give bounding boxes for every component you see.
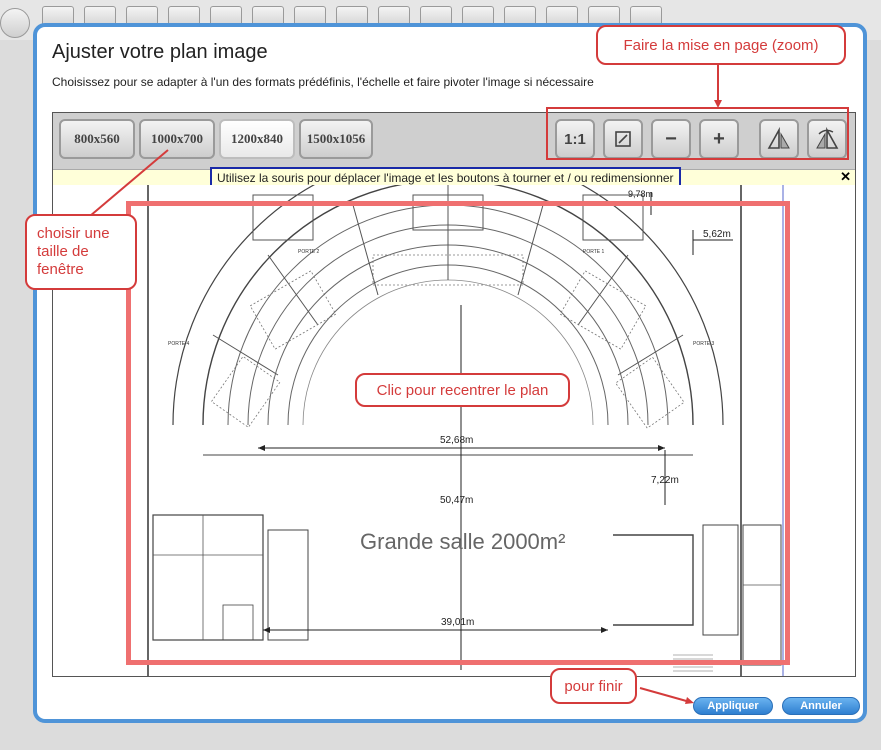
dialog-title: Ajuster votre plan image <box>52 41 268 63</box>
redo-icon[interactable] <box>0 8 30 38</box>
format-1200x840-button[interactable]: 1200x840 <box>219 119 295 159</box>
format-1500x1056-button[interactable]: 1500x1056 <box>299 119 373 159</box>
recenter-highlight-frame <box>126 201 790 665</box>
dimension-label: 9,78m <box>628 189 653 199</box>
apply-button[interactable]: Appliquer <box>693 697 773 715</box>
floor-plan-image[interactable]: PORTE 2 PORTE 1 PORTE 4 PORTE 3 9,78m 5,… <box>53 185 855 676</box>
zoom-tools-highlight <box>546 107 849 160</box>
close-instruction-icon[interactable]: ✕ <box>840 170 851 184</box>
dialog-subtitle: Choisissez pour se adapter à l'un des fo… <box>52 75 594 89</box>
format-1000x700-button[interactable]: 1000x700 <box>139 119 215 159</box>
format-800x560-button[interactable]: 800x560 <box>59 119 135 159</box>
recenter-callout: Clic pour recentrer le plan <box>355 373 570 407</box>
zoom-callout: Faire la mise en page (zoom) <box>596 25 846 65</box>
cancel-button[interactable]: Annuler <box>782 697 860 715</box>
instruction-bar: Utilisez la souris pour déplacer l'image… <box>53 167 855 190</box>
finish-callout: pour finir <box>550 668 637 704</box>
window-size-callout: choisir une taille de fenêtre <box>25 214 137 290</box>
